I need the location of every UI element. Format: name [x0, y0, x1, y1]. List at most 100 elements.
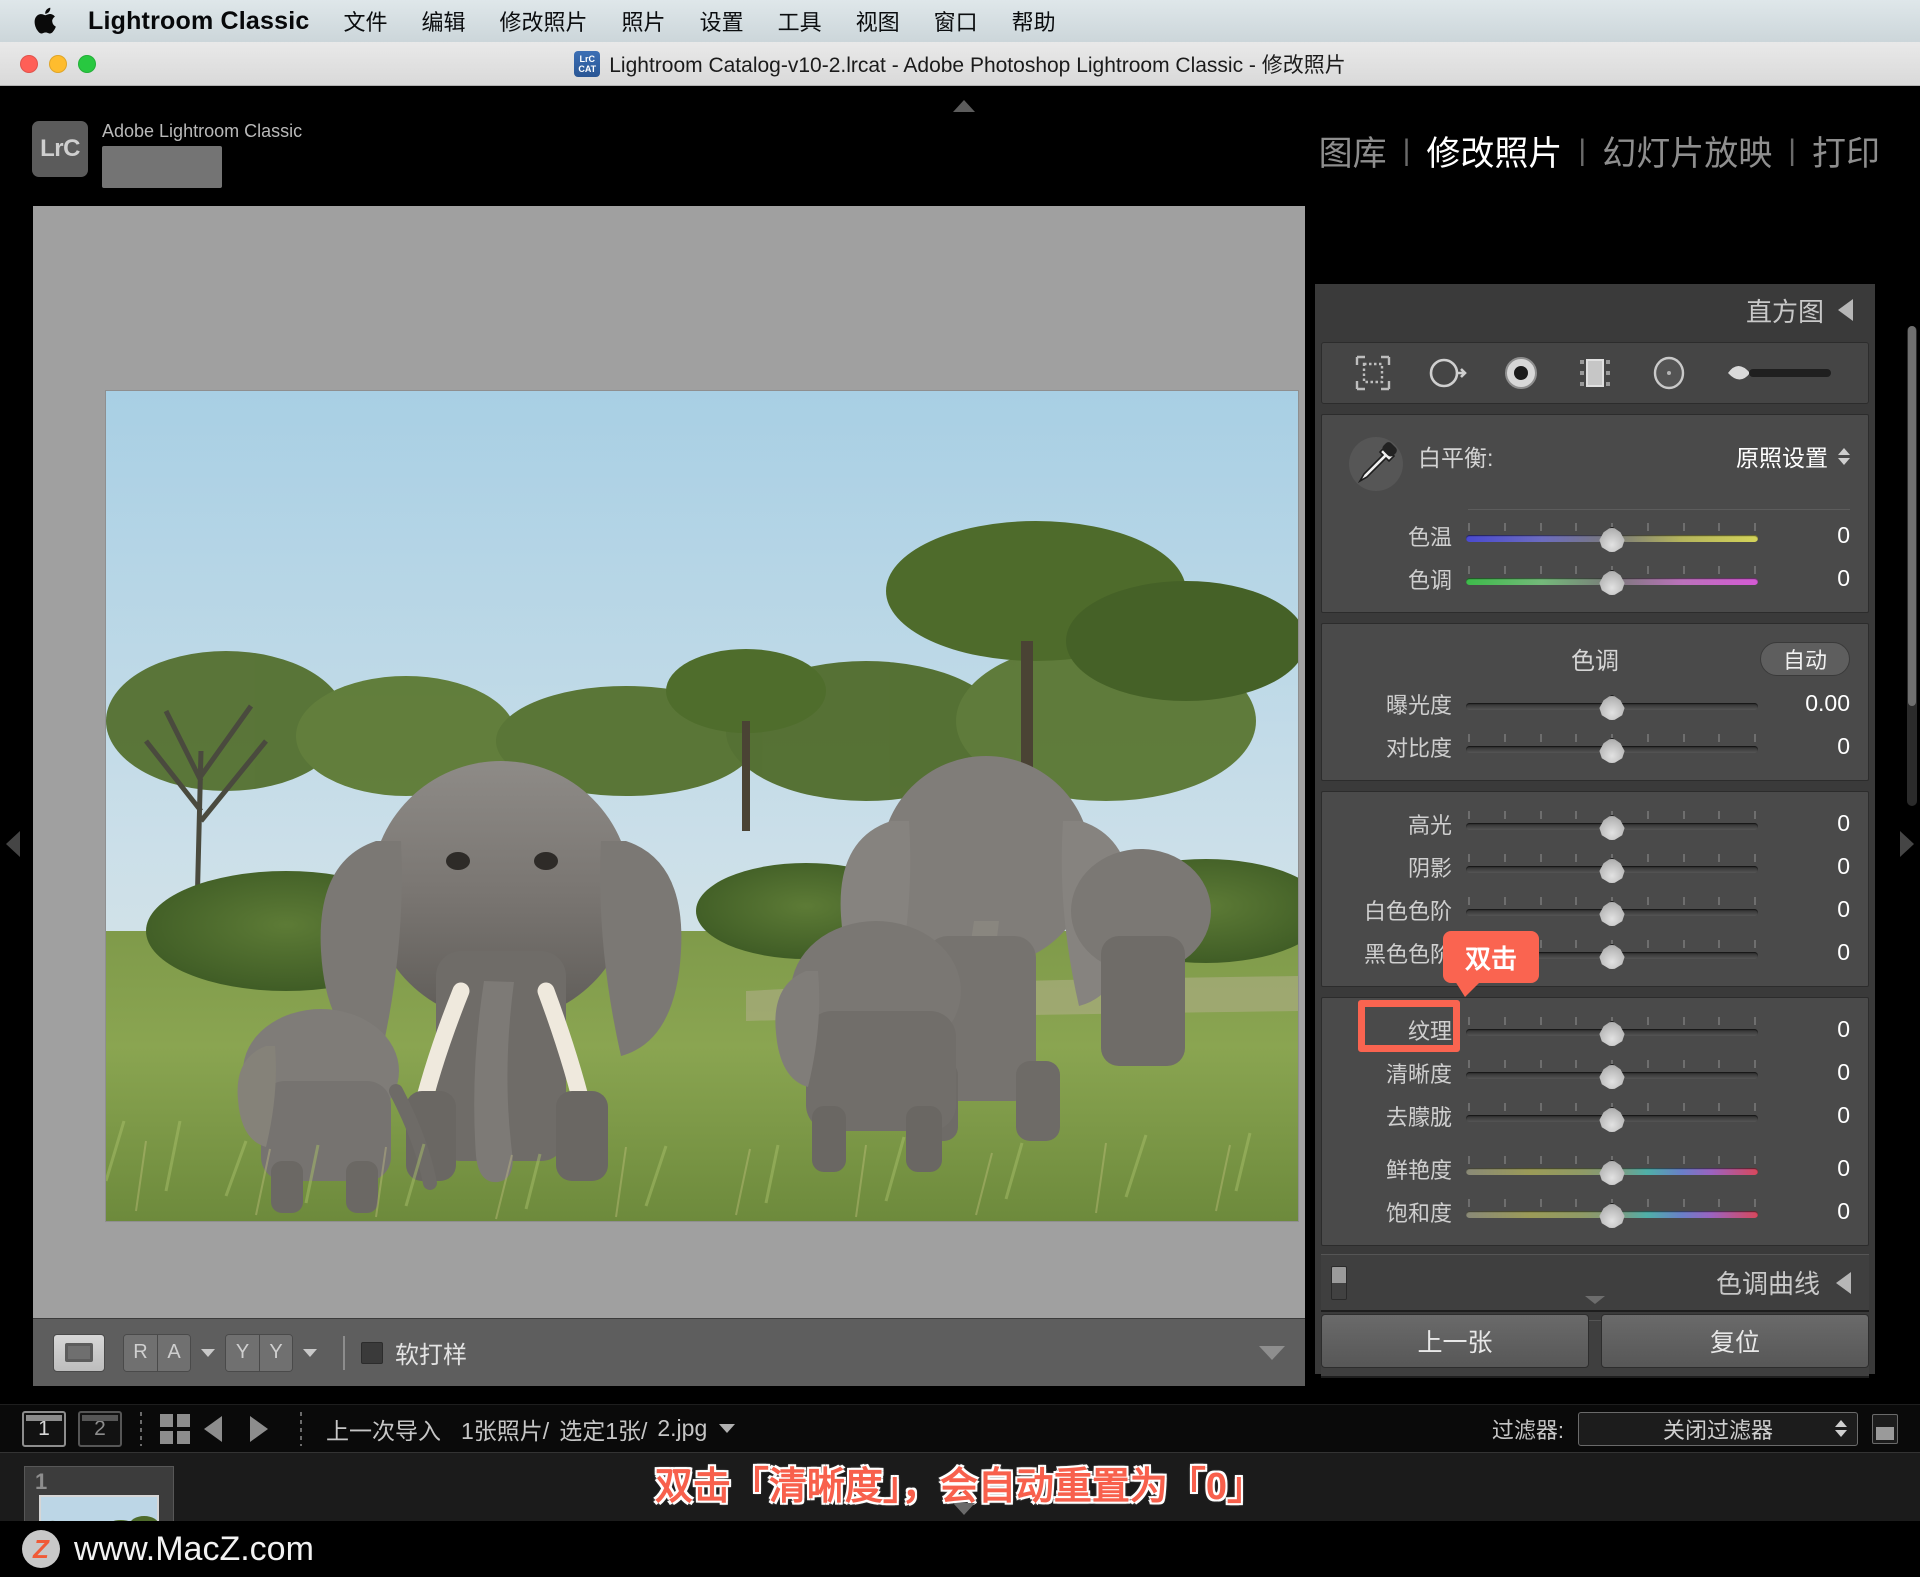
blacks-value[interactable]: 0 — [1758, 939, 1850, 966]
filter-select[interactable]: 关闭过滤器 — [1578, 1411, 1858, 1446]
toolbar-divider — [343, 1335, 345, 1370]
filmstrip-source[interactable]: 上一次导入 — [326, 1412, 441, 1446]
white-balance-value[interactable]: 原照设置 — [1736, 439, 1850, 473]
image-canvas[interactable] — [33, 206, 1305, 1386]
slider-row-vibrance[interactable]: 鲜艳度 0 — [1322, 1147, 1868, 1190]
module-slideshow[interactable]: 幻灯片放映 — [1586, 126, 1788, 175]
filmstrip-toggle-button[interactable] — [1872, 1413, 1898, 1444]
texture-value[interactable]: 0 — [1758, 1016, 1850, 1043]
back-arrow-icon[interactable] — [204, 1415, 222, 1442]
annotation-bubble-double-click: 双击 — [1443, 931, 1539, 997]
adjustment-brush-icon[interactable] — [1720, 350, 1840, 396]
window-title-group: LrC CAT Lightroom Catalog-v10-2.lrcat - … — [0, 42, 1920, 86]
whites-label: 白色色阶 — [1363, 898, 1452, 924]
slider-row-tint[interactable]: 色调 0 — [1322, 557, 1868, 600]
filmstrip-toggle-arrow[interactable] — [953, 1503, 975, 1515]
slider-row-shadows[interactable]: 阴影 0 — [1322, 845, 1868, 888]
scrollbar-thumb[interactable] — [1908, 326, 1916, 706]
slider-row-contrast[interactable]: 对比度 0 — [1322, 725, 1868, 768]
module-develop[interactable]: 修改照片 — [1410, 126, 1578, 175]
temperature-value[interactable]: 0 — [1758, 522, 1850, 549]
highlights-label: 高光 — [1407, 812, 1452, 838]
previous-button[interactable]: 上一张 — [1321, 1314, 1589, 1368]
menubar-app-name[interactable]: Lightroom Classic — [88, 7, 310, 36]
menu-item-tools[interactable]: 工具 — [778, 5, 822, 37]
module-print[interactable]: 打印 — [1796, 126, 1896, 175]
graduated-filter-icon[interactable] — [1572, 350, 1618, 396]
menu-item-edit[interactable]: 编辑 — [422, 5, 466, 37]
grid-view-icon[interactable] — [160, 1413, 190, 1444]
before-after-caret-icon[interactable] — [303, 1348, 317, 1357]
filter-select-stepper-icon[interactable] — [1835, 1420, 1847, 1437]
tone-curve-collapse-icon[interactable] — [1836, 1271, 1851, 1294]
spot-removal-icon[interactable] — [1424, 350, 1470, 396]
white-balance-stepper-icon[interactable] — [1838, 447, 1850, 465]
before-after-label-y2: Y — [259, 1334, 292, 1371]
red-eye-icon[interactable] — [1498, 350, 1544, 396]
slider-row-blacks[interactable]: 黑色色阶 0 — [1322, 931, 1868, 974]
right-panel-scrollbar[interactable] — [1907, 326, 1917, 806]
menu-item-develop[interactable]: 修改照片 — [500, 5, 588, 37]
tint-value[interactable]: 0 — [1758, 565, 1850, 592]
soft-proof-checkbox[interactable] — [361, 1341, 383, 1364]
left-panel-expand-arrow[interactable] — [6, 831, 20, 857]
menu-item-photo[interactable]: 照片 — [622, 5, 666, 37]
clarity-label[interactable]: 清晰度 — [1334, 1057, 1466, 1089]
contrast-value[interactable]: 0 — [1758, 733, 1850, 760]
reset-button[interactable]: 复位 — [1601, 1314, 1869, 1368]
display-1-button[interactable]: 1 — [22, 1410, 66, 1447]
menu-item-settings[interactable]: 设置 — [700, 5, 744, 37]
radial-filter-icon[interactable] — [1646, 350, 1692, 396]
vibrance-value[interactable]: 0 — [1758, 1155, 1850, 1182]
catalog-file-icon: LrC CAT — [574, 51, 601, 77]
slider-row-temperature[interactable]: 色温 0 — [1322, 514, 1868, 557]
maximize-button[interactable] — [78, 54, 96, 73]
loupe-view-icon[interactable] — [53, 1333, 105, 1372]
photo-preview[interactable] — [106, 391, 1298, 1221]
apple-logo-icon[interactable] — [34, 6, 60, 36]
close-button[interactable] — [20, 54, 38, 73]
crop-overlay-icon[interactable] — [1350, 350, 1396, 396]
module-library[interactable]: 图库 — [1303, 126, 1403, 175]
slider-row-dehaze[interactable]: 去朦胧 0 — [1322, 1094, 1868, 1137]
exposure-value[interactable]: 0.00 — [1758, 690, 1850, 717]
highlights-value[interactable]: 0 — [1758, 810, 1850, 837]
right-panel-expand-arrow[interactable] — [1900, 831, 1914, 857]
filter-label: 过滤器: — [1491, 1417, 1564, 1443]
menu-item-window[interactable]: 窗口 — [934, 5, 978, 37]
minimize-button[interactable] — [49, 54, 67, 73]
tint-label: 色调 — [1407, 567, 1452, 593]
auto-tone-button[interactable]: 自动 — [1759, 642, 1850, 676]
white-balance-eyedropper-icon[interactable] — [1334, 429, 1418, 499]
menu-item-view[interactable]: 视图 — [856, 5, 900, 37]
saturation-value[interactable]: 0 — [1758, 1198, 1850, 1225]
whites-value[interactable]: 0 — [1758, 896, 1850, 923]
histogram-panel-header[interactable]: 直方图 — [1315, 284, 1875, 336]
slider-row-clarity[interactable]: 清晰度 0 — [1322, 1051, 1868, 1094]
top-panel-toggle-arrow[interactable] — [953, 100, 975, 112]
slider-row-whites[interactable]: 白色色阶 0 — [1322, 888, 1868, 931]
filmstrip-filename-caret-icon[interactable] — [719, 1424, 736, 1433]
filmstrip-filename[interactable]: 2.jpg — [657, 1415, 707, 1442]
clarity-value[interactable]: 0 — [1758, 1059, 1850, 1086]
display-2-button[interactable]: 2 — [78, 1410, 122, 1447]
toolbar-options-caret-icon[interactable] — [1259, 1345, 1285, 1360]
slider-row-saturation[interactable]: 饱和度 0 — [1322, 1190, 1868, 1233]
macos-menubar: Lightroom Classic 文件 编辑 修改照片 照片 设置 工具 视图… — [0, 0, 1920, 42]
slider-row-highlights[interactable]: 高光 0 — [1322, 802, 1868, 845]
forward-arrow-icon[interactable] — [250, 1415, 268, 1442]
histogram-collapse-icon[interactable] — [1838, 299, 1853, 321]
before-after-button[interactable]: Y Y — [225, 1333, 293, 1372]
menu-item-help[interactable]: 帮助 — [1012, 5, 1056, 37]
compare-view-button[interactable]: R A — [123, 1333, 191, 1372]
shadows-value[interactable]: 0 — [1758, 853, 1850, 880]
exposure-knob[interactable] — [1599, 694, 1625, 720]
identity-plate[interactable]: LrC Adobe Lightroom Classic — [32, 121, 302, 188]
slider-row-exposure[interactable]: 曝光度 0.00 — [1322, 682, 1868, 725]
dehaze-value[interactable]: 0 — [1758, 1102, 1850, 1129]
module-separator: | — [1578, 133, 1587, 167]
tone-curve-switch[interactable] — [1331, 1265, 1347, 1300]
panel-scroll-caret-icon[interactable] — [1585, 1296, 1605, 1304]
menu-item-file[interactable]: 文件 — [344, 5, 388, 37]
compare-view-caret-icon[interactable] — [201, 1348, 215, 1357]
